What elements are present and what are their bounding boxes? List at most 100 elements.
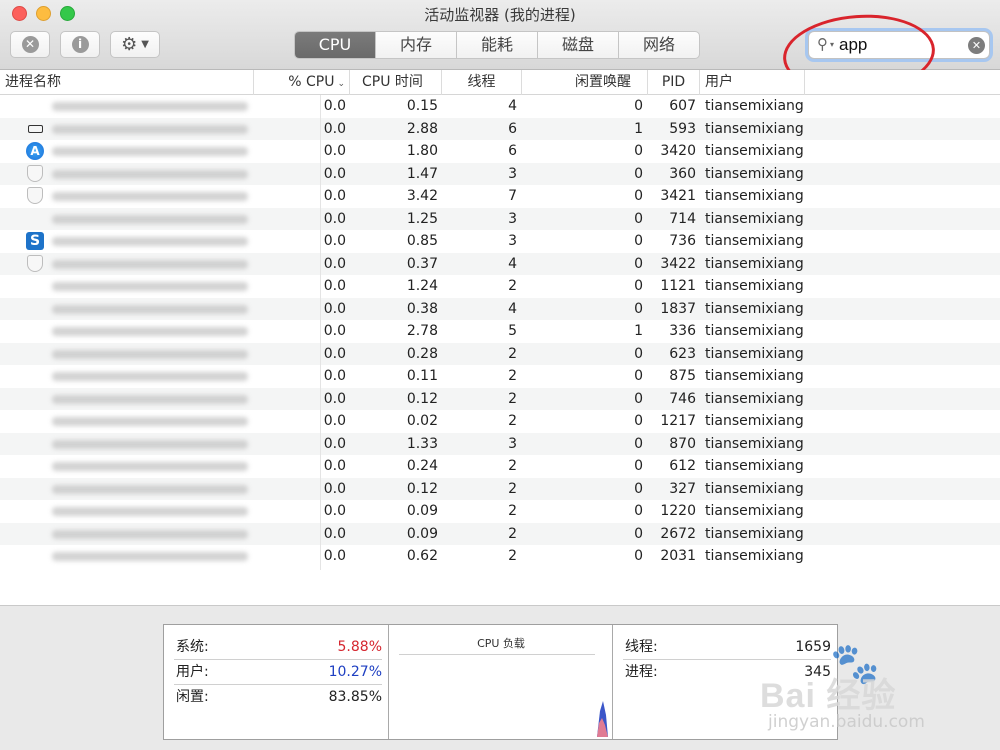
inspect-process-button[interactable]: i (60, 31, 100, 58)
column-header-idle-wakeups[interactable]: 闲置唤醒 (522, 70, 648, 95)
cell-cpu: 0.0 (323, 255, 346, 272)
table-row[interactable]: 0.0 0.12 2 0 746 tiansemixiang (0, 387, 1000, 410)
table-row[interactable]: 0.0 0.62 2 0 2031 tiansemixiang (0, 545, 1000, 568)
cell-cpu: 0.0 (323, 300, 346, 317)
cell-threads: 7 (508, 188, 517, 204)
table-row[interactable]: 0.0 1.25 3 0 714 tiansemixiang (0, 207, 1000, 230)
table-row[interactable]: 0.0 1.24 2 0 1121 tiansemixiang (0, 275, 1000, 298)
process-name-redacted (52, 102, 248, 111)
process-name-redacted (52, 552, 248, 561)
column-header-user[interactable]: 用户 (700, 70, 805, 95)
process-name-redacted (52, 394, 248, 404)
search-input[interactable] (839, 34, 969, 56)
cell-idle-wakeups: 0 (634, 390, 643, 407)
view-tabs: CPU 内存 能耗 磁盘 网络 (294, 31, 700, 59)
processes-stat: 进程: 345 (623, 660, 831, 685)
search-icon: ⚲ (817, 35, 828, 53)
cell-pid: 593 (669, 120, 696, 137)
cell-user: tiansemixiang (705, 98, 804, 114)
column-header-cpu[interactable]: % CPU ⌄ (254, 70, 350, 95)
cell-cpu: 0.0 (323, 525, 346, 542)
cell-pid: 1121 (660, 278, 696, 294)
cell-cpu-time: 0.09 (406, 525, 438, 542)
cell-threads: 3 (508, 435, 517, 452)
summary-area: 系统: 5.88% 用户: 10.27% 闲置: 83.85% CPU 负载 线… (0, 605, 1000, 750)
table-row[interactable]: 0.0 1.47 3 0 360 tiansemixiang (0, 162, 1000, 185)
system-label: 系统: (176, 639, 209, 655)
process-name-redacted (52, 124, 248, 134)
tab-cpu[interactable]: CPU (295, 32, 375, 58)
process-name-redacted (52, 417, 248, 426)
cell-idle-wakeups: 0 (634, 233, 643, 249)
cell-idle-wakeups: 0 (634, 503, 643, 519)
cell-threads: 2 (508, 390, 517, 407)
tab-energy[interactable]: 能耗 (456, 32, 537, 58)
process-name-redacted (52, 439, 248, 449)
shield-icon (26, 164, 44, 183)
tab-memory[interactable]: 内存 (375, 32, 456, 58)
tab-disk[interactable]: 磁盘 (537, 32, 618, 58)
table-row[interactable]: 0.0 0.38 4 0 1837 tiansemixiang (0, 297, 1000, 320)
cell-cpu-time: 0.11 (406, 368, 438, 384)
table-row[interactable]: 0.0 0.12 2 0 327 tiansemixiang (0, 477, 1000, 500)
cell-threads: 2 (508, 548, 517, 564)
idle-stat: 闲置: 83.85% (174, 685, 382, 710)
table-row[interactable]: 0.0 0.02 2 0 1217 tiansemixiang (0, 410, 1000, 433)
cell-cpu: 0.0 (323, 143, 346, 159)
table-header: 进程名称 % CPU ⌄ CPU 时间 线程 闲置唤醒 PID 用户 (0, 70, 1000, 95)
search-field[interactable]: ⚲ ▾ ✕ (808, 31, 990, 59)
process-name-redacted (52, 192, 248, 201)
table-row[interactable]: 0.0 2.88 6 1 593 tiansemixiang (0, 117, 1000, 140)
shield-icon (26, 187, 44, 205)
table-row[interactable]: 0.0 3.42 7 0 3421 tiansemixiang (0, 185, 1000, 208)
cell-cpu-time: 0.09 (406, 503, 438, 519)
cell-cpu-time: 1.33 (406, 435, 438, 452)
clear-search-icon[interactable]: ✕ (968, 37, 985, 54)
table-row[interactable]: 0.0 0.11 2 0 875 tiansemixiang (0, 365, 1000, 388)
cell-threads: 4 (508, 98, 517, 114)
column-header-cpu-time[interactable]: CPU 时间 (350, 70, 442, 95)
cell-idle-wakeups: 0 (634, 255, 643, 272)
cell-idle-wakeups: 1 (634, 120, 643, 137)
cell-user: tiansemixiang (705, 255, 804, 272)
tab-network[interactable]: 网络 (618, 32, 699, 58)
process-count-panel: 线程: 1659 进程: 345 (613, 625, 837, 739)
cell-pid: 714 (669, 210, 696, 227)
cell-user: tiansemixiang (705, 435, 804, 452)
table-row[interactable]: 0.0 0.09 2 0 1220 tiansemixiang (0, 500, 1000, 523)
stop-process-button[interactable]: ✕ (10, 31, 50, 58)
cell-pid: 3422 (660, 255, 696, 272)
cpu-usage-panel: 系统: 5.88% 用户: 10.27% 闲置: 83.85% (164, 625, 389, 739)
app-store-icon: A (26, 142, 44, 160)
column-header-name[interactable]: 进程名称 (0, 70, 254, 95)
cell-pid: 1837 (660, 300, 696, 317)
threads-value: 1659 (795, 639, 831, 655)
cell-pid: 1220 (660, 503, 696, 519)
user-stat: 用户: 10.27% (174, 660, 382, 685)
cell-cpu: 0.0 (323, 210, 346, 227)
table-row[interactable]: 0.0 0.15 4 0 607 tiansemixiang (0, 95, 1000, 118)
table-row[interactable]: 0.0 0.28 2 0 623 tiansemixiang (0, 342, 1000, 365)
table-row[interactable]: 0.0 0.09 2 0 2672 tiansemixiang (0, 522, 1000, 545)
column-header-threads[interactable]: 线程 (442, 70, 522, 95)
table-row[interactable]: 0.0 1.33 3 0 870 tiansemixiang (0, 432, 1000, 455)
cell-cpu-time: 0.38 (406, 300, 438, 317)
cell-cpu-time: 0.37 (406, 255, 438, 272)
cell-cpu-time: 0.12 (406, 390, 438, 407)
action-menu-button[interactable]: ⚙ ▼ (110, 31, 160, 58)
cell-pid: 736 (669, 233, 696, 249)
table-row[interactable]: 0.0 2.78 5 1 336 tiansemixiang (0, 320, 1000, 343)
shield-icon (26, 254, 44, 273)
search-options-chevron-icon[interactable]: ▾ (830, 40, 834, 49)
cell-cpu-time: 0.24 (406, 458, 438, 474)
table-row[interactable]: A 0.0 1.80 6 0 3420 tiansemixiang (0, 140, 1000, 163)
cell-cpu-time: 1.25 (406, 210, 438, 227)
device-icon (26, 120, 44, 138)
table-row[interactable]: S 0.0 0.85 3 0 736 tiansemixiang (0, 230, 1000, 253)
table-row[interactable]: 0.0 0.24 2 0 612 tiansemixiang (0, 455, 1000, 478)
cell-cpu: 0.0 (323, 503, 346, 519)
table-row[interactable]: 0.0 0.37 4 0 3422 tiansemixiang (0, 252, 1000, 275)
cell-pid: 336 (669, 323, 696, 339)
cell-cpu-time: 1.47 (406, 165, 438, 182)
column-header-pid[interactable]: PID (648, 70, 700, 95)
